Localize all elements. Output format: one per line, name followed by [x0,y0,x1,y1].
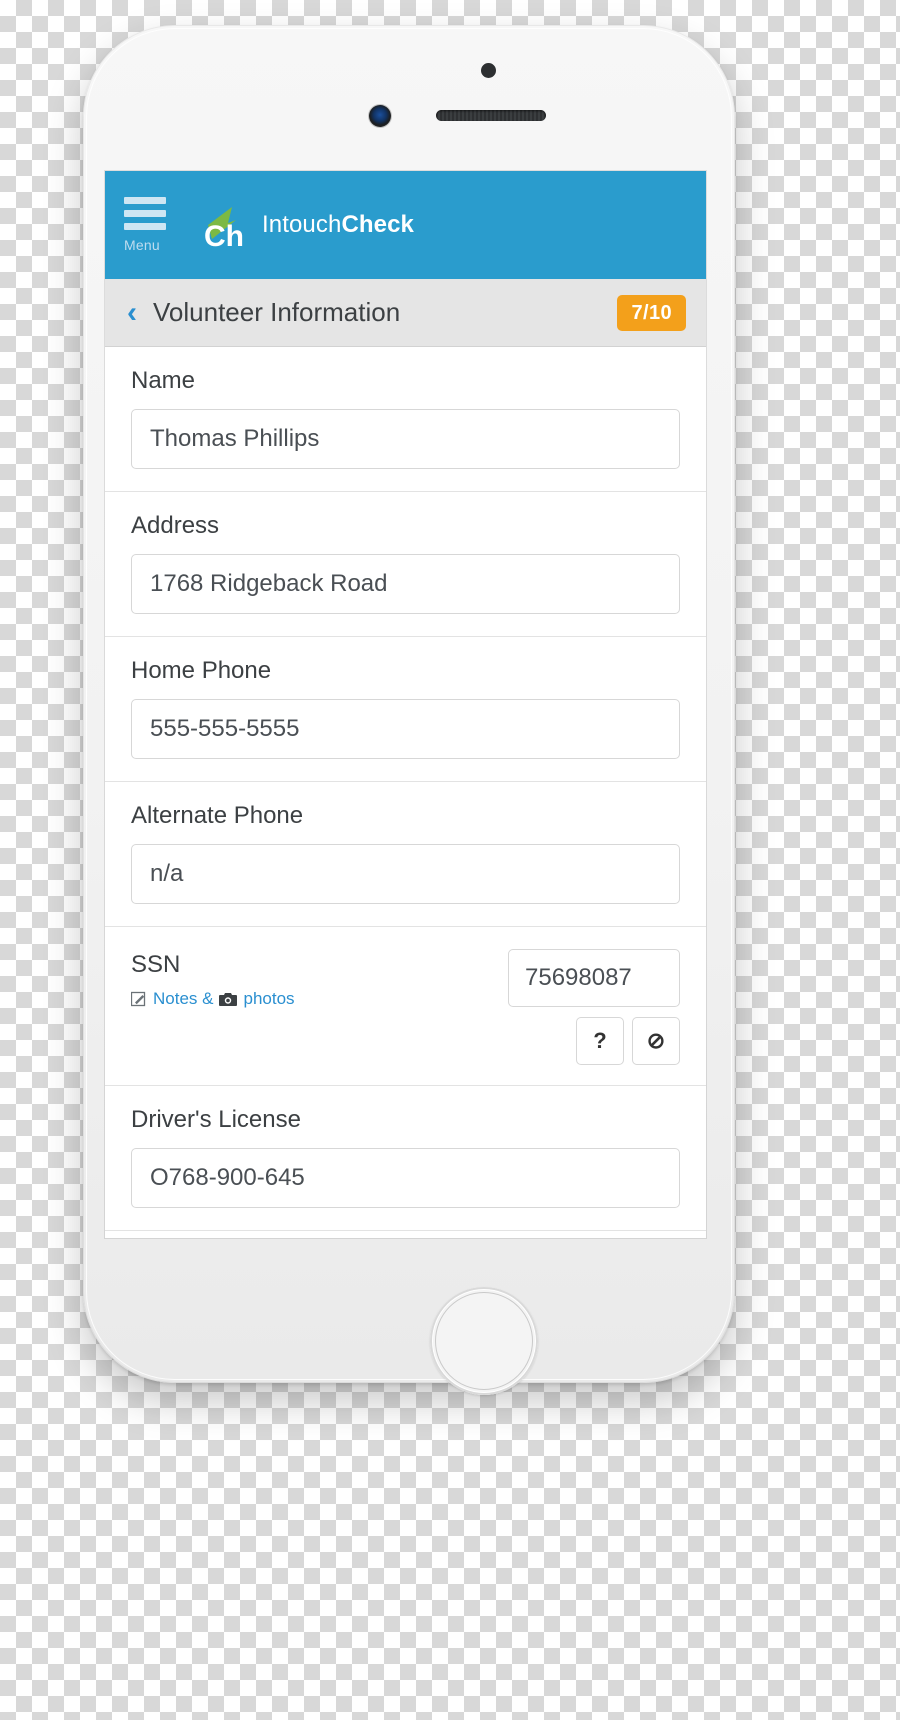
notes-and-photos-link[interactable]: Notes & photos [131,989,295,1009]
brand-logo[interactable]: Ch IntouchCheck [198,199,414,251]
field-ssn: SSN Notes & photos 75698087 ? ⊘ [105,927,706,1086]
field-label-address: Address [131,512,220,539]
field-label-drivers-license: Driver's License [131,1106,301,1133]
field-name: Name [105,347,706,492]
intouchcheck-logo-icon: Ch [198,199,250,251]
app-header: Menu Ch IntouchCheck [105,171,706,279]
address-input[interactable] [131,554,680,614]
field-drivers-license: Driver's License [105,1086,706,1231]
drivers-license-input[interactable] [131,1148,680,1208]
brand-text: IntouchCheck [262,211,414,239]
note-edit-icon [131,991,147,1007]
proximity-sensor-icon [481,63,496,78]
front-camera-icon [369,105,391,127]
ssn-input[interactable] [508,949,680,1007]
earpiece-speaker-icon [436,110,546,121]
menu-button-label: Menu [124,237,160,253]
field-label-name: Name [131,367,196,394]
volunteer-form: Name Address Home Phone Alternate Phone … [105,347,706,1238]
field-label-alternate-phone: Alternate Phone [131,802,304,829]
brand-prefix: Intouch [262,211,342,238]
progress-badge: 7/10 [617,294,686,331]
svg-text:Ch: Ch [204,220,244,251]
alternate-phone-input[interactable] [131,844,680,904]
back-chevron-icon[interactable]: ‹ [127,297,137,328]
field-label-ssn: SSN [131,951,181,978]
field-label-home-phone: Home Phone [131,657,272,684]
home-phone-input[interactable] [131,699,680,759]
brand-suffix: Check [341,211,414,238]
page-title: Volunteer Information [153,297,401,327]
hamburger-icon-bar [124,210,166,217]
ssn-left-column: SSN Notes & photos [131,949,295,1009]
phone-screen: Menu Ch IntouchCheck ‹ Volunteer Informa… [105,171,706,1238]
menu-button[interactable]: Menu [124,197,180,253]
help-button[interactable]: ? [576,1017,624,1065]
field-home-phone: Home Phone [105,637,706,782]
hamburger-icon-bar [124,223,166,230]
camera-icon [219,992,238,1007]
notes-link-label: Notes & [153,989,214,1008]
field-class: Class [105,1231,706,1238]
section-titlebar: ‹ Volunteer Information 7/10 [105,279,706,347]
hamburger-icon-bar [124,197,166,204]
field-alternate-phone: Alternate Phone [105,782,706,927]
ssn-action-buttons: ? ⊘ [576,1017,680,1065]
photos-link-label: photos [243,989,295,1008]
field-address: Address [105,492,706,637]
name-input[interactable] [131,409,680,469]
not-applicable-button[interactable]: ⊘ [632,1017,680,1065]
ssn-right-column: ? ⊘ [508,949,680,1065]
home-button[interactable] [430,1287,538,1395]
